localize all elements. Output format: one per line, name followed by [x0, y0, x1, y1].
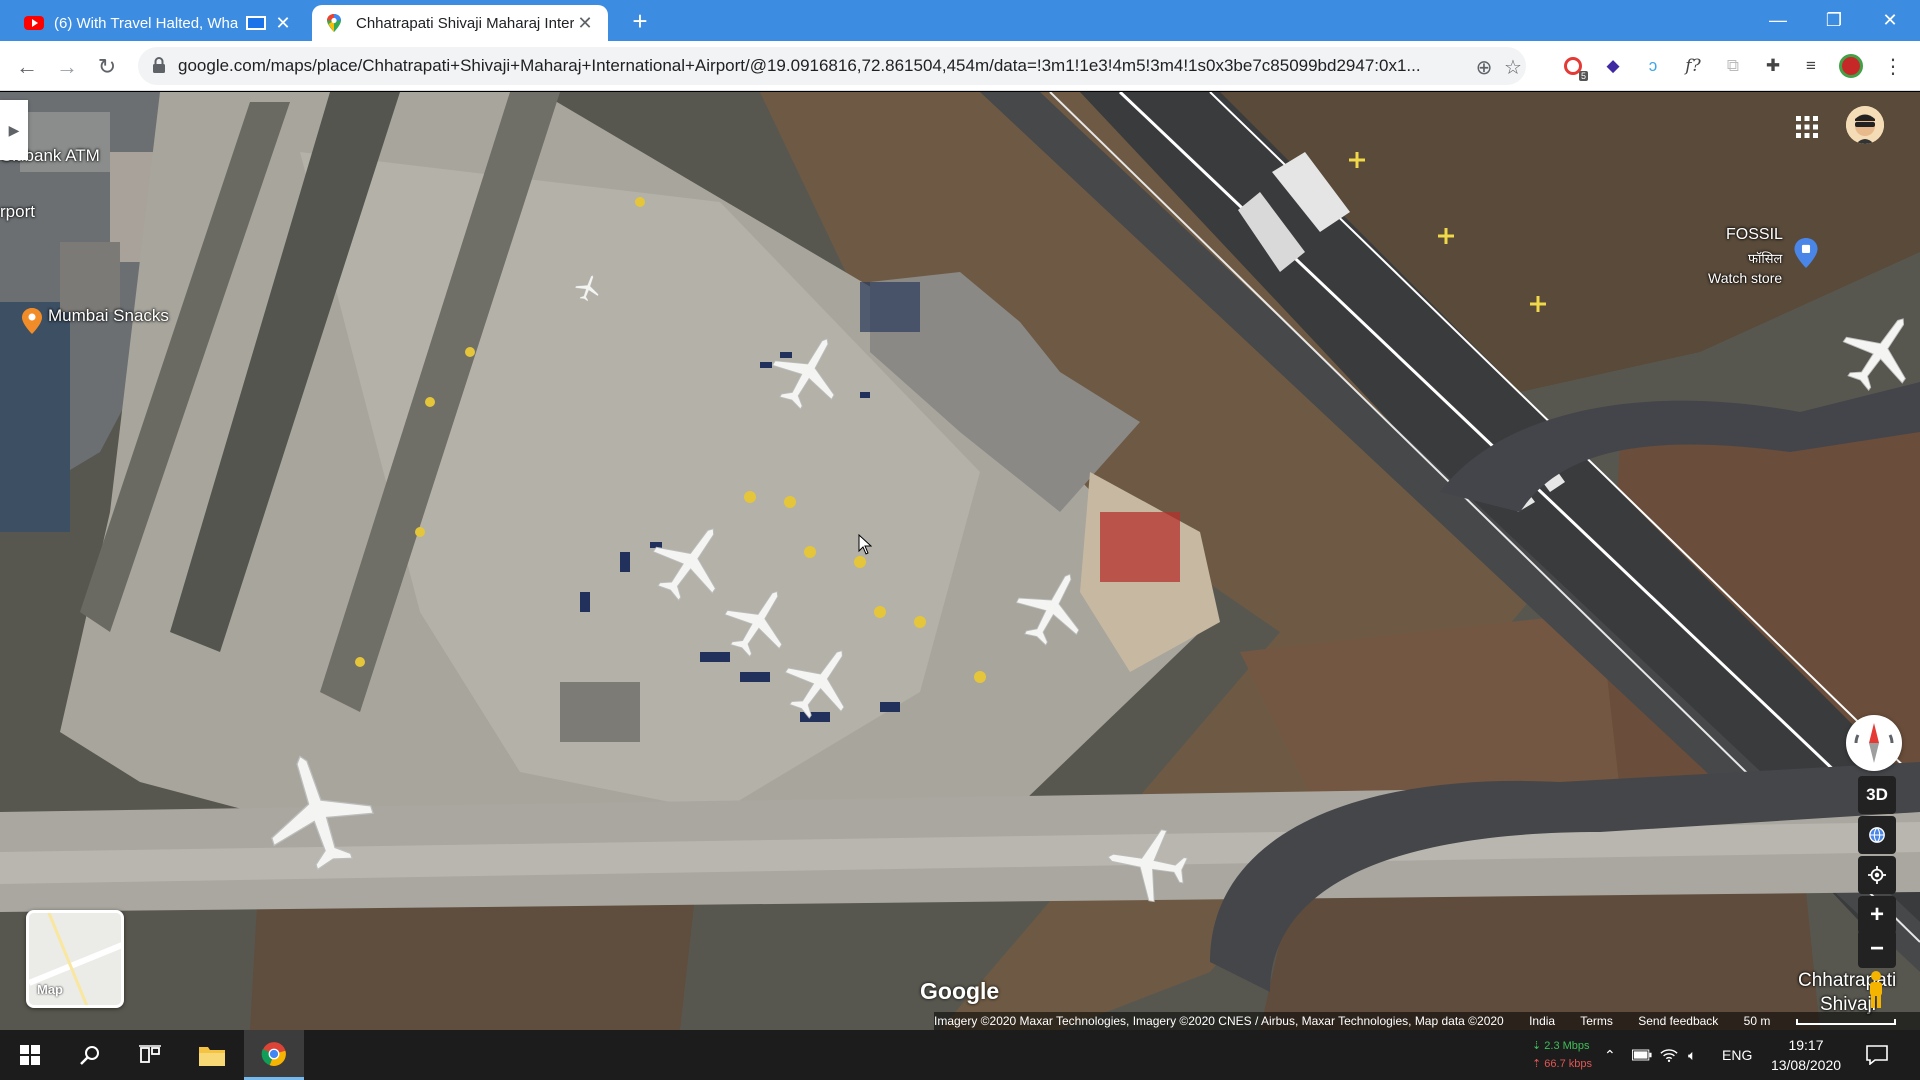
bookmark-star-icon[interactable]: ☆ — [1502, 56, 1524, 79]
forward-button[interactable]: → — [50, 50, 84, 84]
file-explorer-icon[interactable] — [182, 1030, 242, 1080]
poi-fossil-category: Watch store — [1708, 270, 1783, 286]
extensions-puzzle-icon[interactable]: ✚ — [1760, 53, 1786, 79]
new-tab-button[interactable]: + — [624, 6, 656, 36]
windows-start-icon[interactable] — [0, 1030, 60, 1080]
google-logo: Google — [920, 978, 1000, 1004]
clock-time: 19:17 — [1788, 1037, 1824, 1053]
system-clock[interactable]: 19:17 13/08/2020 — [1766, 1035, 1846, 1075]
extension-badge-icon[interactable]: 5 — [1560, 53, 1588, 81]
scale-bar[interactable] — [1795, 1018, 1896, 1025]
restore-button[interactable]: ❐ — [1806, 0, 1862, 41]
satellite-imagery — [0, 92, 1920, 1030]
menu-kebab-icon[interactable]: ⋮ — [1880, 53, 1906, 79]
close-tab-icon[interactable]: ✕ — [574, 12, 596, 34]
input-language[interactable]: ENG — [1722, 1030, 1752, 1080]
profile-avatar-icon[interactable] — [1838, 53, 1864, 79]
extension-badge-count: 5 — [1578, 71, 1588, 81]
close-tab-icon[interactable]: ✕ — [272, 12, 294, 34]
zoom-out-button[interactable]: − — [1858, 930, 1896, 968]
clock-date: 13/08/2020 — [1770, 1057, 1842, 1073]
mouse-cursor-icon — [858, 534, 872, 555]
account-avatar[interactable] — [1846, 106, 1884, 144]
url-text[interactable]: google.com/maps/place/Chhatrapati+Shivaj… — [178, 47, 1468, 85]
volume-icon[interactable]: 🔈︎ — [1688, 1030, 1696, 1080]
search-icon[interactable] — [60, 1030, 120, 1080]
my-location-icon[interactable] — [1858, 856, 1896, 894]
back-button[interactable]: ← — [10, 50, 44, 84]
poi-airport-partial[interactable]: rport — [0, 202, 35, 222]
map-layer-toggle[interactable]: Map — [26, 910, 124, 1008]
upload-arrow-icon: ⇡ — [1532, 1058, 1542, 1070]
map-canvas[interactable]: Citibank ATM rport Mumbai Snacks FOSSIL … — [0, 92, 1920, 1030]
pegman-street-view-icon[interactable] — [1862, 970, 1890, 1010]
poi-fossil-hindi: फॉसिल — [1748, 251, 1783, 266]
send-feedback-link[interactable]: Send feedback — [1638, 1014, 1718, 1028]
action-center-icon[interactable] — [1866, 1030, 1888, 1080]
net-up: 66.7 kbps — [1544, 1058, 1592, 1070]
extension-swirl-icon[interactable]: ↄ — [1640, 53, 1666, 79]
address-bar[interactable]: google.com/maps/place/Chhatrapati+Shivaj… — [138, 47, 1526, 85]
reload-button[interactable]: ↻ — [90, 50, 124, 84]
shopping-pin-icon[interactable] — [1794, 238, 1818, 268]
google-maps-icon — [327, 14, 341, 32]
youtube-icon — [24, 16, 44, 30]
tab-youtube[interactable]: (6) With Travel Halted, What ✕ — [12, 5, 306, 41]
terms-link[interactable]: Terms — [1580, 1014, 1613, 1028]
network-speed: ⇣ 2.3 Mbps ⇡ 66.7 kbps — [1532, 1037, 1592, 1073]
net-down: 2.3 Mbps — [1544, 1040, 1590, 1052]
tab-title: Chhatrapati Shivaji Maharaj Intern — [356, 14, 574, 32]
show-hidden-icons-chevron[interactable]: ⌃ — [1604, 1030, 1616, 1080]
task-view-icon[interactable] — [120, 1030, 180, 1080]
minimize-button[interactable]: — — [1750, 0, 1806, 41]
extension-formula-icon[interactable]: f? — [1680, 53, 1706, 79]
poi-mumbai-snacks[interactable]: Mumbai Snacks — [48, 306, 169, 326]
restaurant-pin-icon[interactable] — [22, 308, 42, 334]
map-layer-label: Map — [37, 982, 63, 997]
download-arrow-icon: ⇣ — [1532, 1040, 1542, 1052]
tab-title: (6) With Travel Halted, What — [54, 14, 238, 32]
battery-icon[interactable] — [1632, 1030, 1652, 1080]
globe-view-icon[interactable] — [1858, 816, 1896, 854]
wifi-icon[interactable] — [1660, 1030, 1678, 1080]
imagery-attribution: Imagery ©2020 Maxar Technologies, Imager… — [934, 1014, 1504, 1028]
google-apps-grid-icon[interactable] — [1795, 115, 1819, 139]
lock-icon — [153, 57, 165, 73]
zoom-in-button[interactable]: + — [1858, 896, 1896, 934]
media-queue-icon[interactable]: ≡ — [1798, 53, 1824, 79]
region-link[interactable]: India — [1529, 1014, 1555, 1028]
cast-icon — [246, 16, 266, 30]
side-panel-toggle[interactable]: ▶ — [0, 100, 28, 160]
map-attribution-bar: Imagery ©2020 Maxar Technologies, Imager… — [934, 1012, 1920, 1030]
close-window-button[interactable]: ✕ — [1862, 0, 1918, 41]
screen: (6) With Travel Halted, What ✕ Chhatrapa… — [0, 0, 1920, 1080]
chrome-taskbar-icon[interactable] — [244, 1030, 304, 1080]
compass-control[interactable] — [1846, 715, 1902, 771]
scale-label[interactable]: 50 m — [1744, 1014, 1771, 1028]
tilt-3d-button[interactable]: 3D — [1858, 776, 1896, 814]
windows-taskbar: ⇣ 2.3 Mbps ⇡ 66.7 kbps ⌃ 🔈︎ ENG 19:17 13… — [0, 1030, 1920, 1080]
browser-tab-strip: (6) With Travel Halted, What ✕ Chhatrapa… — [0, 0, 1920, 41]
extension-diamond-icon[interactable]: ◆ — [1600, 53, 1626, 79]
poi-fossil[interactable]: FOSSIL — [1726, 226, 1783, 244]
tab-google-maps[interactable]: Chhatrapati Shivaji Maharaj Intern ✕ — [312, 5, 608, 41]
add-icon[interactable]: ⊕ — [1473, 56, 1495, 79]
browser-toolbar: ← → ↻ google.com/maps/place/Chhatrapati+… — [0, 41, 1920, 91]
extension-stack-icon[interactable]: ⧉ — [1720, 53, 1746, 79]
